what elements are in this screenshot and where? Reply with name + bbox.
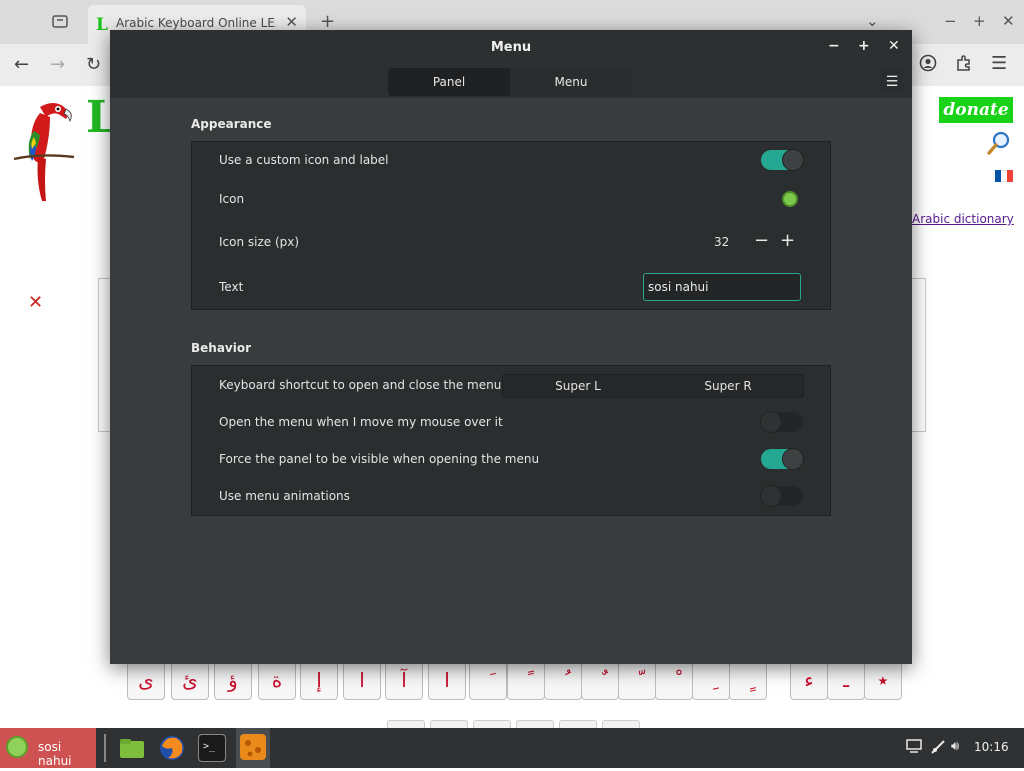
switch-knob [761,486,781,506]
forward-icon[interactable]: → [50,54,65,75]
dialog-title: Menu [490,40,532,55]
key[interactable]: ٍ [729,662,767,700]
tab-menu[interactable]: Menu [510,68,632,96]
tab-panel[interactable]: Panel [388,68,510,96]
browser-close-button[interactable]: ✕ [1002,12,1015,30]
increase-icon-size-button[interactable]: + [780,230,795,251]
key[interactable]: ء [790,662,828,700]
text-area-right-edge[interactable] [912,278,926,432]
browser-minimize-button[interactable]: − [944,12,957,30]
arabic-keyboard-row: ى ئ ؤ ة إ ا آ ا َ ً ُ ٌ ّ ْ ِ ٍ ء ـ ٭ [127,662,907,702]
shortcut-super-r-button[interactable]: Super R [653,375,803,397]
animations-label: Use menu animations [219,489,350,503]
new-tab-button[interactable]: + [320,11,335,32]
menu-icon-preview-button[interactable] [782,191,798,207]
svg-text:>_: >_ [203,741,216,752]
page-switcher: Panel Menu [388,68,632,96]
hover-open-label: Open the menu when I move my mouse over … [219,415,503,429]
key[interactable]: ْ [655,662,693,700]
key[interactable]: ِ [692,662,730,700]
tab-list-icon[interactable]: ⌄ [866,12,879,30]
switch-knob [761,412,781,432]
appearance-panel: Use a custom icon and label Icon Icon si… [191,141,831,310]
key[interactable]: ً [507,662,545,700]
key[interactable]: آ [385,662,423,700]
key[interactable]: ا [343,662,381,700]
key[interactable]: ٌ [581,662,619,700]
key[interactable]: ُ [544,662,582,700]
menu-settings-dialog: Menu − + ✕ Panel Menu ☰ Appearance Use a… [110,30,912,664]
firefox-icon[interactable] [158,734,186,762]
key[interactable]: ا [428,662,466,700]
volume-icon[interactable]: 🔊︎ [951,739,959,754]
hover-open-switch[interactable] [761,412,803,432]
key[interactable]: ة [258,662,296,700]
animations-switch[interactable] [761,486,803,506]
decrease-icon-size-button[interactable]: − [754,230,769,251]
key[interactable]: ّ [618,662,656,700]
key[interactable]: ؤ [214,662,252,700]
menu-text-input[interactable] [643,273,801,301]
key[interactable]: ـ [827,662,865,700]
dialog-minimize-button[interactable]: − [828,38,840,54]
clock[interactable]: 10:16 [974,740,1009,754]
parrot-logo-icon [10,97,76,206]
flag-stripe-red [1007,170,1013,182]
terminal-icon[interactable]: >_ [198,734,226,762]
shortcut-selector: Super L Super R [502,374,804,398]
switch-knob [783,449,803,469]
force-visible-switch[interactable] [761,449,803,469]
behavior-heading: Behavior [191,341,252,355]
icon-label: Icon [219,192,245,206]
key[interactable]: ئ [171,662,209,700]
tab-close-icon[interactable]: ✕ [285,13,298,31]
donate-button[interactable]: donate [939,97,1013,123]
menu-icon[interactable]: ☰ [991,53,1007,74]
french-flag-icon[interactable] [995,170,1013,182]
dialog-close-button[interactable]: ✕ [888,38,900,54]
display-icon[interactable] [906,739,922,757]
taskbar: sosi nahui >_ 🔊︎ 10:16 [0,728,1024,768]
start-menu-button[interactable]: sosi nahui [0,728,96,768]
taskbar-separator [104,734,106,762]
icon-size-label: Icon size (px) [219,235,300,249]
text-label: Text [219,280,244,294]
key[interactable]: ى [127,662,165,700]
reload-icon[interactable]: ↻ [86,54,101,75]
tab-overview-icon[interactable] [52,13,68,33]
browser-maximize-button[interactable]: + [973,12,986,30]
custom-icon-switch[interactable] [761,150,803,170]
custom-icon-label: Use a custom icon and label [219,153,389,167]
extensions-icon[interactable] [955,54,973,77]
key[interactable]: ٭ [864,662,902,700]
magnifier-icon[interactable] [986,130,1012,159]
switch-knob [783,150,803,170]
appearance-heading: Appearance [191,117,272,131]
shortcut-label: Keyboard shortcut to open and close the … [219,378,502,392]
shortcut-super-l-button[interactable]: Super L [503,375,653,397]
force-visible-label: Force the panel to be visible when openi… [219,452,540,466]
icon-size-value[interactable]: 32 [714,235,729,249]
back-icon[interactable]: ← [14,54,29,75]
dialog-maximize-button[interactable]: + [858,38,870,54]
account-icon[interactable] [919,54,937,77]
tab-title: Arabic Keyboard Online LEXILO [116,16,276,30]
clear-text-icon[interactable]: ✕ [28,292,43,313]
arabic-dictionary-link[interactable]: Arabic dictionary [912,212,1014,226]
key[interactable]: َ [469,662,507,700]
app-icon[interactable] [236,728,270,768]
dialog-titlebar: Menu − + ✕ Panel Menu ☰ [110,30,912,98]
behavior-panel: Keyboard shortcut to open and close the … [191,365,831,516]
files-icon[interactable] [118,734,146,762]
network-icon[interactable] [930,739,946,759]
mint-logo-icon [6,736,28,758]
start-menu-label: sosi nahui [38,740,72,768]
favicon-icon: L [96,15,108,35]
hamburger-menu-icon[interactable]: ☰ [880,70,904,94]
key[interactable]: إ [300,662,338,700]
